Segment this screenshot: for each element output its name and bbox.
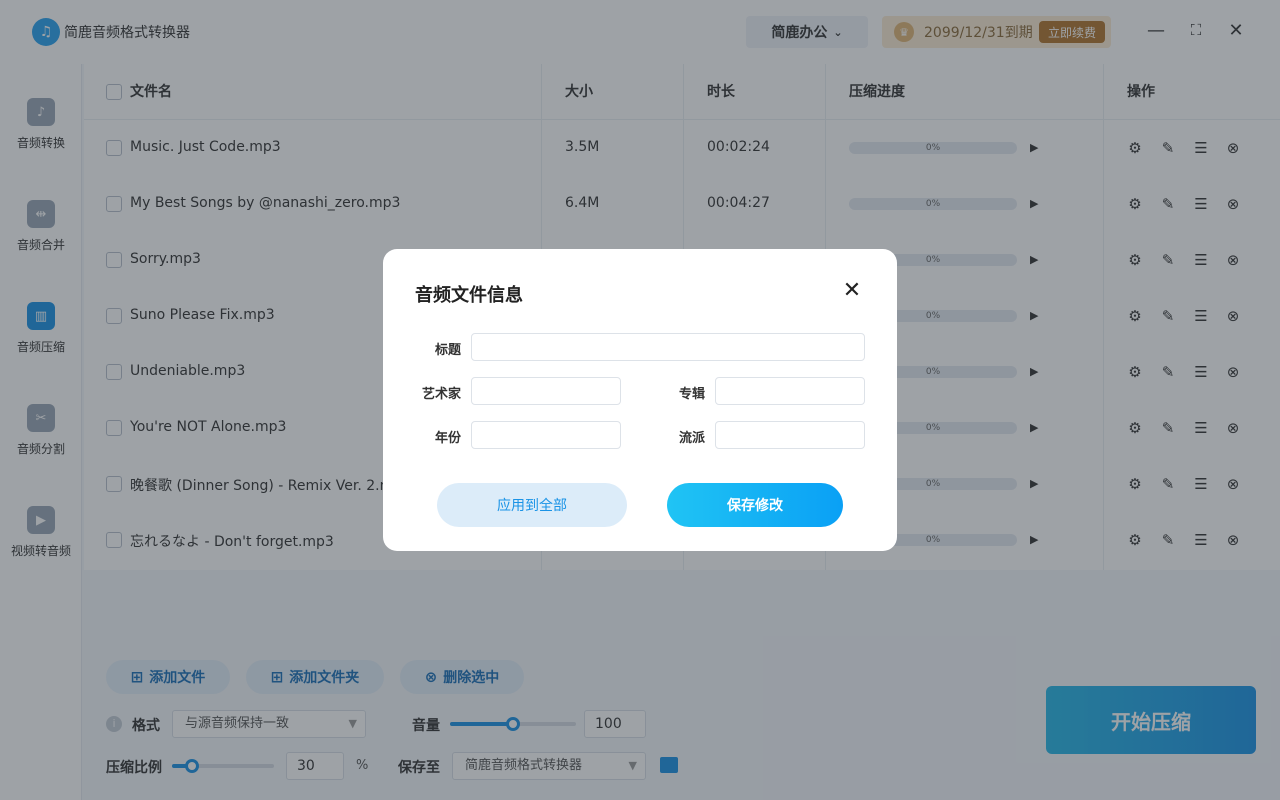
artist-field[interactable] xyxy=(471,377,621,405)
apply-to-all-button[interactable]: 应用到全部 xyxy=(437,483,627,527)
album-field-label: 专辑 xyxy=(678,387,705,402)
close-icon[interactable]: ✕ xyxy=(841,278,863,303)
year-field[interactable] xyxy=(471,421,621,449)
genre-field-label: 流派 xyxy=(678,431,705,446)
album-field[interactable] xyxy=(715,377,865,405)
title-field-label: 标题 xyxy=(434,343,461,358)
genre-field[interactable] xyxy=(715,421,865,449)
dialog-title: 音频文件信息 xyxy=(415,285,523,306)
year-field-label: 年份 xyxy=(434,431,461,446)
audio-info-dialog: 音频文件信息 ✕ 标题 艺术家 专辑 年份 流派 应用到全部 保存修改 xyxy=(383,249,897,551)
save-changes-button[interactable]: 保存修改 xyxy=(667,483,843,527)
artist-field-label: 艺术家 xyxy=(421,387,461,402)
title-field[interactable] xyxy=(471,333,865,361)
